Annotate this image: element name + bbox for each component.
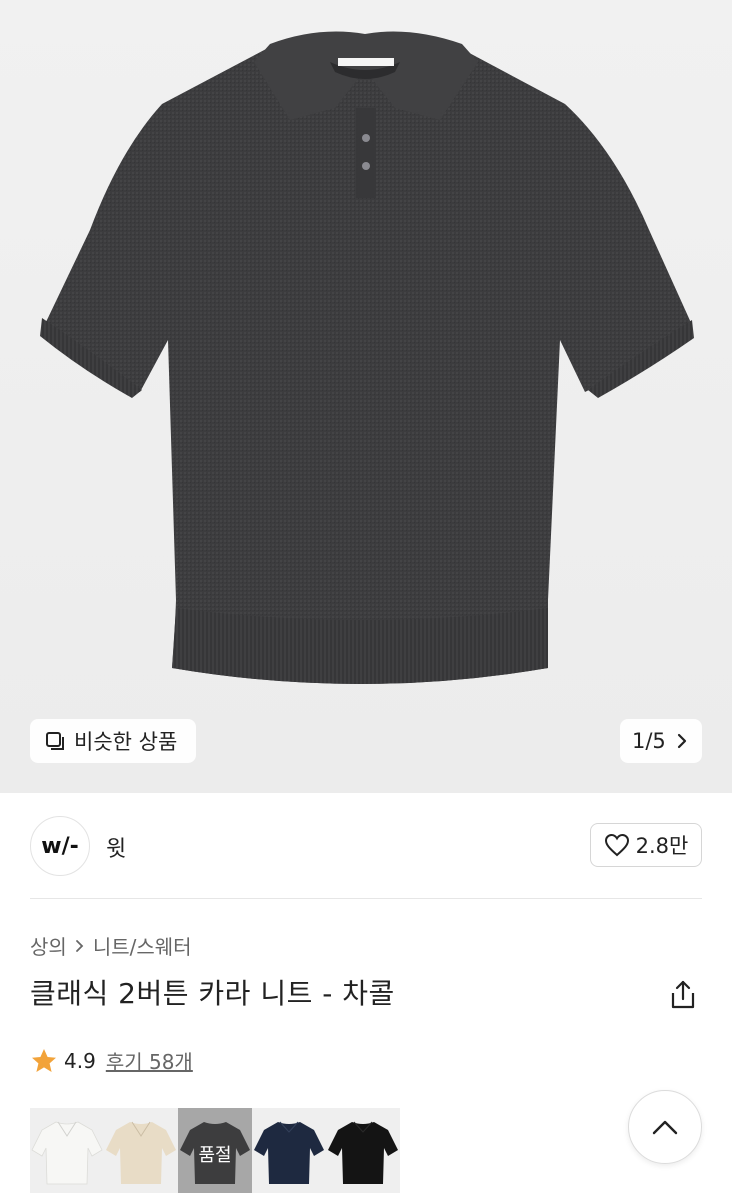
similar-products-button[interactable]: 비슷한 상품	[30, 719, 196, 763]
color-options: 품절	[30, 1108, 400, 1193]
image-counter-next-button[interactable]: 1/5	[620, 719, 702, 763]
chevron-right-icon	[75, 939, 84, 952]
rating-row: 4.9 후기 58개	[30, 1046, 193, 1075]
breadcrumb-category[interactable]: 상의	[30, 931, 67, 960]
scroll-to-top-button[interactable]	[628, 1090, 702, 1164]
color-option-beige[interactable]	[104, 1108, 178, 1193]
polo-thumbnail	[30, 1108, 104, 1193]
brand-name[interactable]: 윗	[106, 831, 126, 863]
chevron-right-icon	[677, 733, 686, 749]
color-option-charcoal-sold-out[interactable]: 품절	[178, 1108, 252, 1193]
divider	[30, 898, 702, 899]
polo-thumbnail	[104, 1108, 178, 1193]
product-title: 클래식 2버튼 카라 니트 - 차콜	[30, 977, 395, 1010]
review-count-link[interactable]: 후기 58개	[106, 1046, 193, 1075]
breadcrumb: 상의 니트/스웨터	[30, 931, 192, 960]
product-image-gallery[interactable]: 비슷한 상품 1/5	[0, 0, 732, 793]
product-photo-charcoal-polo	[40, 31, 694, 684]
polo-thumbnail	[326, 1108, 400, 1193]
color-option-black[interactable]	[326, 1108, 400, 1193]
brand-logo-text: w/-	[41, 833, 79, 859]
star-icon	[32, 1048, 56, 1072]
breadcrumb-subcategory[interactable]: 니트/스웨터	[93, 931, 192, 960]
sold-out-label: 품절	[198, 1145, 232, 1166]
polo-thumbnail	[252, 1108, 326, 1193]
heart-icon	[604, 833, 629, 857]
rating-score: 4.9	[64, 1048, 96, 1073]
like-button[interactable]: 2.8만	[590, 823, 702, 867]
color-option-white[interactable]	[30, 1108, 104, 1193]
image-counter: 1/5	[632, 729, 666, 753]
like-count: 2.8만	[635, 834, 689, 858]
chevron-up-icon	[652, 1120, 678, 1135]
color-option-navy[interactable]	[252, 1108, 326, 1193]
similar-products-label: 비슷한 상품	[74, 730, 178, 754]
brand-row: w/- 윗 2.8만	[0, 793, 732, 899]
copy-icon	[46, 732, 64, 750]
share-icon[interactable]	[666, 978, 700, 1012]
brand-logo[interactable]: w/-	[30, 816, 90, 876]
